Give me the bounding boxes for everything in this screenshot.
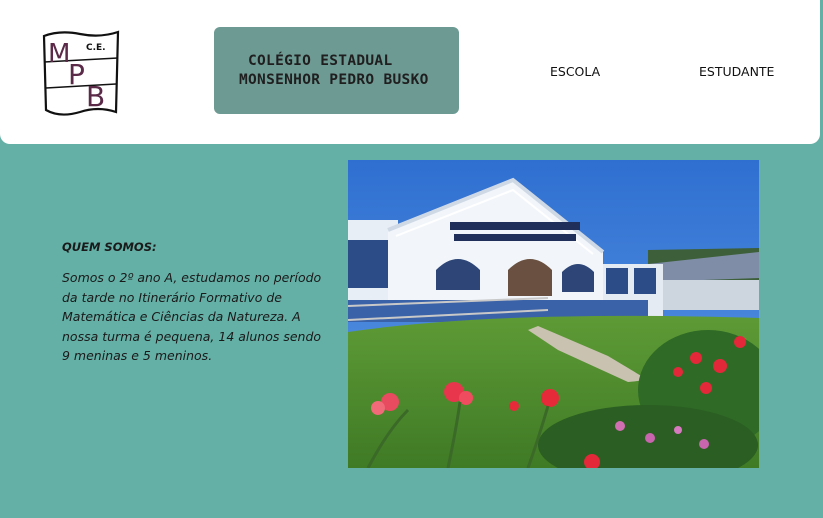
about-text: Somos o 2º ano A, estudamos no período d… <box>62 270 322 363</box>
school-logo[interactable]: C.E. M P B <box>40 28 122 118</box>
school-title-box: COLÉGIO ESTADUAL MONSENHOR PEDRO BUSKO <box>214 27 459 114</box>
logo-letter-b: B <box>86 80 105 113</box>
about-section: QUEM SOMOS: Somos o 2º ano A, estudamos … <box>62 240 324 366</box>
school-photo <box>348 160 759 468</box>
nav-link-escola[interactable]: ESCOLA <box>550 64 600 79</box>
logo-ce: C.E. <box>86 43 106 53</box>
school-title-line-1: COLÉGIO ESTADUAL <box>248 53 393 69</box>
logo-letter-p: P <box>68 58 85 91</box>
about-heading: QUEM SOMOS: <box>62 240 157 254</box>
nav-link-estudante[interactable]: ESTUDANTE <box>699 64 774 79</box>
logo-emblem: C.E. M P B <box>42 30 120 116</box>
school-title-line-2: MONSENHOR PEDRO BUSKO <box>239 72 429 88</box>
site-header: C.E. M P B COLÉGIO ESTADUAL MONSENHOR PE… <box>0 0 820 144</box>
school-building-image <box>348 160 759 468</box>
